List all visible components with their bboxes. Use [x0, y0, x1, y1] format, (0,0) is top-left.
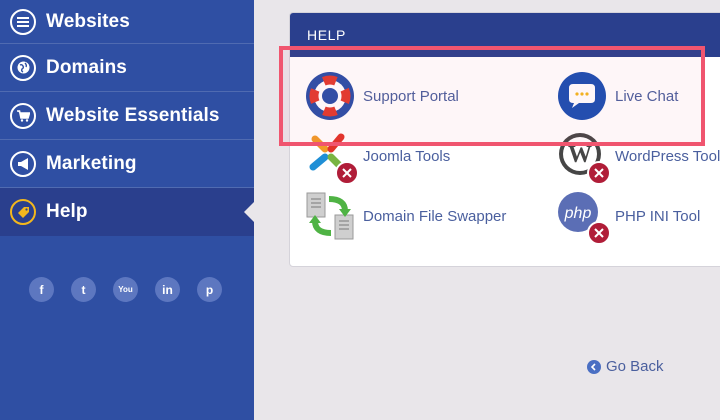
sidebar-item-marketing[interactable]: Marketing	[0, 140, 254, 188]
tool-label: WordPress Tools	[615, 147, 720, 165]
sidebar-item-label: Marketing	[46, 152, 137, 174]
tool-label: Joomla Tools	[363, 147, 451, 165]
tool-label: Domain File Swapper	[363, 207, 507, 225]
sidebar-item-label: Website Essentials	[46, 104, 220, 126]
arrow-left-icon	[587, 359, 601, 374]
megaphone-icon	[10, 150, 36, 177]
social-links: f t You in p	[29, 277, 239, 302]
wrench-badge-icon	[335, 161, 359, 185]
twitter-icon[interactable]: t	[71, 277, 96, 302]
wrench-badge-icon	[587, 221, 611, 245]
file-swap-icon	[305, 191, 355, 241]
sidebar-item-label: Help	[46, 201, 88, 222]
sidebar-item-website-essentials[interactable]: Website Essentials	[0, 92, 254, 140]
youtube-icon[interactable]: You	[113, 277, 138, 302]
linkedin-icon[interactable]: in	[155, 277, 180, 302]
list-icon	[10, 8, 36, 35]
sidebar-item-label: Domains	[46, 56, 127, 78]
globe-icon	[10, 54, 36, 81]
tool-label: PHP INI Tool	[615, 207, 701, 225]
sidebar-item-websites[interactable]: Websites	[0, 0, 254, 44]
php-icon: php	[557, 191, 611, 245]
domain-file-swapper-tool[interactable]: Domain File Swapper	[305, 191, 506, 241]
go-back-label: Go Back	[606, 358, 664, 375]
go-back-link[interactable]: Go Back	[587, 358, 664, 375]
highlight-box	[279, 46, 705, 146]
php-icon-text: php	[564, 205, 592, 222]
wrench-badge-icon	[587, 161, 611, 185]
facebook-icon[interactable]: f	[29, 277, 54, 302]
sidebar-item-label: Websites	[46, 10, 130, 32]
sidebar-item-domains[interactable]: Domains	[0, 44, 254, 92]
php-ini-tool[interactable]: php PHP INI Tool	[557, 191, 701, 245]
sidebar: Websites Domains Website Essentials Mark…	[0, 0, 254, 420]
cart-icon	[10, 102, 36, 129]
pinterest-icon[interactable]: p	[197, 277, 222, 302]
tag-icon	[10, 199, 36, 225]
sidebar-item-help[interactable]: Help	[0, 188, 254, 236]
